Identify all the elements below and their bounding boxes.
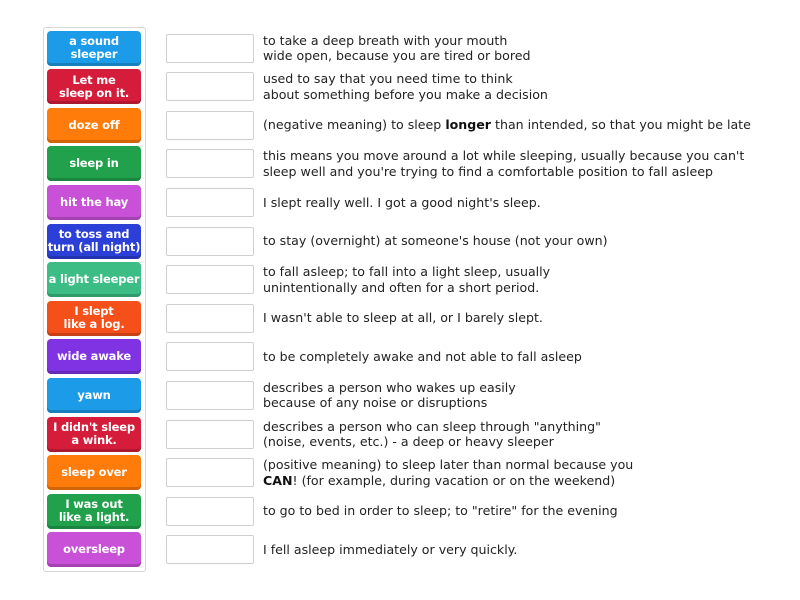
definition-part: used to say that you need time to think … bbox=[263, 71, 548, 102]
term-tile[interactable]: sleep in bbox=[47, 146, 141, 182]
definition-text: to take a deep breath with your mouth wi… bbox=[263, 30, 783, 66]
drop-slot[interactable] bbox=[166, 110, 254, 140]
definition-part: to take a deep breath with your mouth wi… bbox=[263, 32, 531, 64]
drop-slot[interactable] bbox=[166, 419, 254, 449]
definition-text: (positive meaning) to sleep later than n… bbox=[263, 455, 783, 491]
term-tile[interactable]: a light sleeper bbox=[47, 262, 141, 298]
definition-part: describes a person who can sleep through… bbox=[263, 418, 601, 450]
definition-part: (negative meaning) to sleep bbox=[263, 117, 446, 133]
definition-text: to go to bed in order to sleep; to "reti… bbox=[263, 493, 783, 529]
drop-slot[interactable] bbox=[166, 187, 254, 217]
definition-part: ! (for example, during vacation or on th… bbox=[292, 472, 616, 488]
definition-part: describes a person who wakes up easily b… bbox=[263, 379, 516, 411]
term-tile[interactable]: doze off bbox=[47, 107, 141, 143]
drop-slot[interactable] bbox=[166, 33, 254, 63]
definition-text: (negative meaning) to sleep longer than … bbox=[263, 107, 783, 143]
definition-part: to go to bed in order to sleep; to "reti… bbox=[263, 503, 618, 519]
definition-emphasis: longer bbox=[445, 117, 492, 133]
drop-slot[interactable] bbox=[166, 72, 254, 102]
term-tile[interactable]: I was out like a light. bbox=[47, 493, 141, 529]
definition-text: I slept really well. I got a good night'… bbox=[263, 184, 783, 220]
definition-part: this means you move around a lot while s… bbox=[263, 148, 745, 179]
term-tile[interactable]: to toss and turn (all night) bbox=[47, 223, 141, 259]
definition-emphasis: CAN bbox=[263, 472, 293, 488]
term-tile[interactable]: wide awake bbox=[47, 339, 141, 375]
term-tile[interactable]: Let me sleep on it. bbox=[47, 69, 141, 105]
definition-text: describes a person who wakes up easily b… bbox=[263, 377, 783, 413]
definition-part: I slept really well. I got a good night'… bbox=[263, 194, 541, 210]
definition-part: to stay (overnight) at someone's house (… bbox=[263, 233, 608, 249]
definition-part: to be completely awake and not able to f… bbox=[263, 349, 582, 365]
drop-slot[interactable] bbox=[166, 303, 254, 333]
term-tile[interactable]: sleep over bbox=[47, 455, 141, 491]
term-tile[interactable]: I didn't sleep a wink. bbox=[47, 416, 141, 452]
term-tile[interactable]: I slept like a log. bbox=[47, 300, 141, 336]
definition-text: to be completely awake and not able to f… bbox=[263, 339, 783, 375]
definition-text: to stay (overnight) at someone's house (… bbox=[263, 223, 783, 259]
term-tile[interactable]: hit the hay bbox=[47, 184, 141, 220]
definition-text: I fell asleep immediately or very quickl… bbox=[263, 532, 783, 568]
definition-text: describes a person who can sleep through… bbox=[263, 416, 783, 452]
definition-part: to fall asleep; to fall into a light sle… bbox=[263, 264, 551, 295]
term-tile[interactable]: a sound sleeper bbox=[47, 30, 141, 66]
definition-text: this means you move around a lot while s… bbox=[263, 146, 783, 182]
drop-slot[interactable] bbox=[166, 149, 254, 179]
term-tile[interactable]: oversleep bbox=[47, 532, 141, 568]
drop-slot[interactable] bbox=[166, 265, 254, 295]
drop-slot[interactable] bbox=[166, 535, 254, 565]
drop-slot[interactable] bbox=[166, 226, 254, 256]
definition-text: used to say that you need time to think … bbox=[263, 69, 783, 105]
drop-slot[interactable] bbox=[166, 496, 254, 526]
term-tile[interactable]: yawn bbox=[47, 377, 141, 413]
definition-text: to fall asleep; to fall into a light sle… bbox=[263, 262, 783, 298]
definition-part: I fell asleep immediately or very quickl… bbox=[263, 542, 518, 558]
definition-part: than intended, so that you might be late bbox=[491, 117, 751, 133]
definition-part: (positive meaning) to sleep later than n… bbox=[263, 457, 634, 473]
drop-slot[interactable] bbox=[166, 342, 254, 372]
drop-slot[interactable] bbox=[166, 458, 254, 488]
drop-slot[interactable] bbox=[166, 380, 254, 410]
definition-text: I wasn't able to sleep at all, or I bare… bbox=[263, 300, 783, 336]
definition-part: I wasn't able to sleep at all, or I bare… bbox=[263, 310, 543, 326]
